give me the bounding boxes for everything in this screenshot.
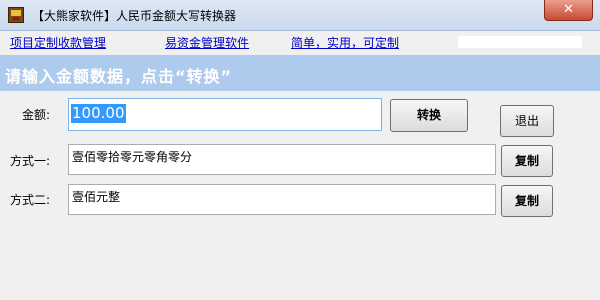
mode1-label: 方式一: (10, 154, 51, 168)
instruction-text: 请输入金额数据，点击“转换” (5, 67, 233, 86)
amount-value: 100.00 (71, 104, 126, 123)
amount-input[interactable]: 100.00 (68, 98, 382, 131)
link-customizable[interactable]: 简单，实用，可定制 (291, 34, 399, 51)
link-fund-management[interactable]: 易资金管理软件 (165, 34, 249, 51)
instruction-banner: 请输入金额数据，点击“转换” (0, 55, 600, 91)
title-bar: 【大熊家软件】人民币金额大写转换器 ✕ (0, 0, 600, 31)
mode2-label: 方式二: (10, 193, 51, 207)
close-button[interactable]: ✕ (544, 0, 593, 21)
mode2-output-text: 壹佰元整 (72, 190, 121, 204)
mode1-output-field[interactable]: 壹佰零拾零元零角零分 (68, 144, 496, 175)
link-project-billing[interactable]: 项目定制收款管理 (10, 34, 106, 51)
exit-button[interactable]: 退出 (500, 105, 554, 137)
bear-app-icon (8, 7, 24, 23)
link-bar: 项目定制收款管理 易资金管理软件 简单，实用，可定制 (0, 31, 600, 53)
mode1-output-text: 壹佰零拾零元零角零分 (72, 150, 193, 164)
window-title: 【大熊家软件】人民币金额大写转换器 (32, 9, 237, 23)
copy-mode1-button[interactable]: 复制 (501, 145, 553, 177)
blank-panel (458, 36, 582, 48)
copy-mode2-button[interactable]: 复制 (501, 185, 553, 217)
amount-label: 金额: (22, 108, 51, 122)
convert-button[interactable]: 转换 (390, 99, 468, 132)
mode2-output-field[interactable]: 壹佰元整 (68, 184, 496, 215)
